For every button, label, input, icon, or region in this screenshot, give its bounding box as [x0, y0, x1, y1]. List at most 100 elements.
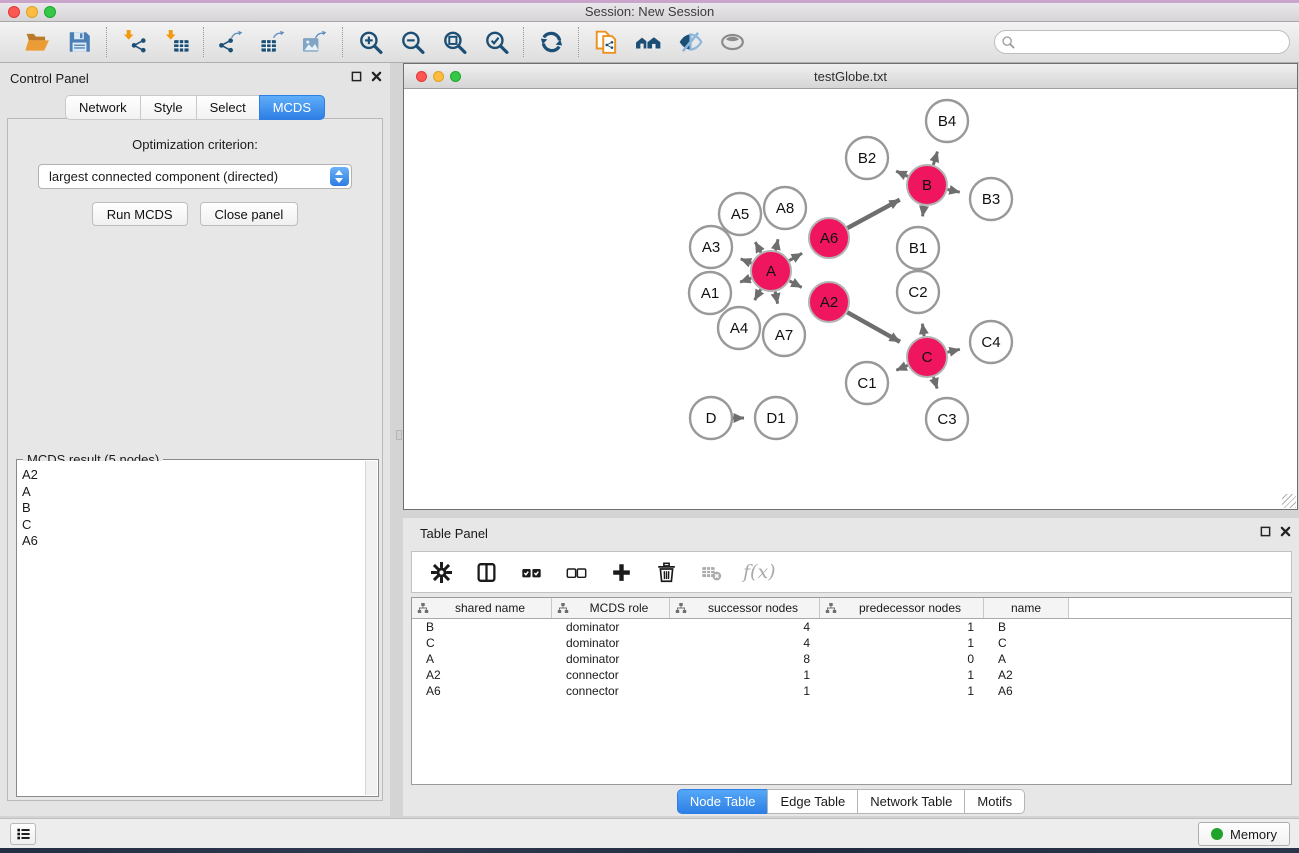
show-all-button[interactable]	[717, 27, 747, 57]
node-A1[interactable]: A1	[689, 272, 731, 314]
tab-mcds[interactable]: MCDS	[259, 95, 325, 120]
edge-B-B4[interactable]	[933, 152, 937, 165]
edge-C-C3[interactable]	[933, 377, 937, 389]
table-row[interactable]: Adominator80A	[412, 651, 1291, 667]
control-panel-close-button[interactable]	[371, 71, 382, 82]
tab-network-table[interactable]: Network Table	[857, 789, 964, 814]
first-neighbors-button[interactable]	[633, 27, 663, 57]
splitter-handle[interactable]	[396, 430, 402, 440]
mcds-result-item[interactable]: C	[18, 517, 365, 534]
column-header-predecessor-nodes[interactable]: predecessor nodes	[820, 598, 984, 618]
tab-network[interactable]: Network	[65, 95, 140, 120]
column-header-successor-nodes[interactable]: successor nodes	[670, 598, 820, 618]
table-panel-close-button[interactable]	[1280, 526, 1291, 537]
node-C4[interactable]: C4	[970, 321, 1012, 363]
node-C2[interactable]: C2	[897, 271, 939, 313]
node-C1[interactable]: C1	[846, 362, 888, 404]
mcds-result-item[interactable]: A2	[18, 467, 365, 484]
table-settings-button[interactable]	[428, 559, 454, 585]
mcds-result-item[interactable]: A6	[18, 533, 365, 550]
edge-A6-B[interactable]	[847, 200, 899, 228]
export-network-button[interactable]	[216, 27, 246, 57]
edge-A-A6[interactable]	[789, 253, 802, 260]
export-table-button[interactable]	[258, 27, 288, 57]
node-C[interactable]: C	[907, 337, 947, 377]
run-mcds-button[interactable]: Run MCDS	[92, 202, 188, 226]
delete-button[interactable]	[653, 559, 679, 585]
tab-motifs[interactable]: Motifs	[964, 789, 1025, 814]
node-B4[interactable]: B4	[926, 100, 968, 142]
import-table-button[interactable]	[161, 27, 191, 57]
tab-style[interactable]: Style	[140, 95, 196, 120]
criterion-select[interactable]: largest connected component (directed)	[38, 164, 352, 189]
window-resize-grip[interactable]	[1282, 494, 1296, 508]
table-row[interactable]: Cdominator41C	[412, 635, 1291, 651]
select-all-button[interactable]	[518, 559, 544, 585]
refresh-button[interactable]	[536, 27, 566, 57]
zoom-fit-button[interactable]	[439, 27, 469, 57]
edge-A-A3[interactable]	[741, 259, 752, 263]
status-bar: Memory	[0, 818, 1299, 848]
add-button[interactable]	[608, 559, 634, 585]
edge-C-C2[interactable]	[922, 324, 924, 337]
control-panel-float-button[interactable]	[351, 71, 362, 82]
node-A6[interactable]: A6	[809, 218, 849, 258]
mcds-result-item[interactable]: B	[18, 500, 365, 517]
edge-B-B3[interactable]	[948, 189, 960, 192]
zoom-in-button[interactable]	[355, 27, 385, 57]
show-columns-button[interactable]	[473, 559, 499, 585]
clone-network-button[interactable]	[591, 27, 621, 57]
edge-A-A4[interactable]	[755, 289, 761, 300]
node-A8[interactable]: A8	[764, 187, 806, 229]
node-A[interactable]: A	[751, 251, 791, 291]
edge-B-B2[interactable]	[896, 171, 908, 176]
edge-A-A2[interactable]	[790, 281, 802, 287]
mcds-result-item[interactable]: A	[18, 484, 365, 501]
edge-A-A1[interactable]	[740, 278, 751, 282]
memory-button[interactable]: Memory	[1198, 822, 1290, 846]
column-header-MCDS-role[interactable]: MCDS role	[552, 598, 670, 618]
node-B1[interactable]: B1	[897, 227, 939, 269]
table-row[interactable]: A2connector11A2	[412, 667, 1291, 683]
mcds-result-scrollbar[interactable]	[365, 461, 377, 795]
zoom-out-button[interactable]	[397, 27, 427, 57]
hide-selected-button[interactable]	[675, 27, 705, 57]
node-A3[interactable]: A3	[690, 226, 732, 268]
node-A2[interactable]: A2	[809, 282, 849, 322]
tab-select[interactable]: Select	[196, 95, 259, 120]
deselect-all-button[interactable]	[563, 559, 589, 585]
node-B[interactable]: B	[907, 165, 947, 205]
session-search-input[interactable]	[994, 30, 1290, 54]
show-panels-button[interactable]	[10, 823, 36, 845]
node-B2[interactable]: B2	[846, 137, 888, 179]
edge-C-C4[interactable]	[947, 349, 959, 352]
edge-A-A7[interactable]	[775, 292, 777, 304]
column-header-shared-name[interactable]: shared name	[412, 598, 552, 618]
table-row[interactable]: A6connector11A6	[412, 683, 1291, 699]
edge-B-B1[interactable]	[923, 206, 925, 217]
open-session-button[interactable]	[22, 27, 52, 57]
import-network-button[interactable]	[119, 27, 149, 57]
export-image-button[interactable]	[300, 27, 330, 57]
table-row[interactable]: Bdominator41B	[412, 619, 1291, 635]
node-A5[interactable]: A5	[719, 193, 761, 235]
node-A4[interactable]: A4	[718, 307, 760, 349]
close-panel-button[interactable]: Close panel	[200, 202, 299, 226]
edge-A-A5[interactable]	[755, 242, 761, 252]
tab-edge-table[interactable]: Edge Table	[767, 789, 857, 814]
node-D1[interactable]: D1	[755, 397, 797, 439]
export-network-icon	[218, 29, 245, 55]
table-panel-float-button[interactable]	[1260, 526, 1271, 537]
network-canvas[interactable]: B4 B2 B B3 A8A5 A6 A3 B1 A C2 A1 A2 A4A7 C4 C C1 C3 D D1	[404, 89, 1297, 509]
node-B3[interactable]: B3	[970, 178, 1012, 220]
tab-node-table[interactable]: Node Table	[677, 789, 768, 814]
edge-A2-C[interactable]	[847, 312, 900, 342]
edge-A-A8[interactable]	[776, 239, 779, 250]
zoom-selected-button[interactable]	[481, 27, 511, 57]
node-D[interactable]: D	[690, 397, 732, 439]
node-C3[interactable]: C3	[926, 398, 968, 440]
save-session-button[interactable]	[64, 27, 94, 57]
edge-C-C1[interactable]	[896, 365, 907, 370]
node-A7[interactable]: A7	[763, 314, 805, 356]
column-header-name[interactable]: name	[984, 598, 1069, 618]
